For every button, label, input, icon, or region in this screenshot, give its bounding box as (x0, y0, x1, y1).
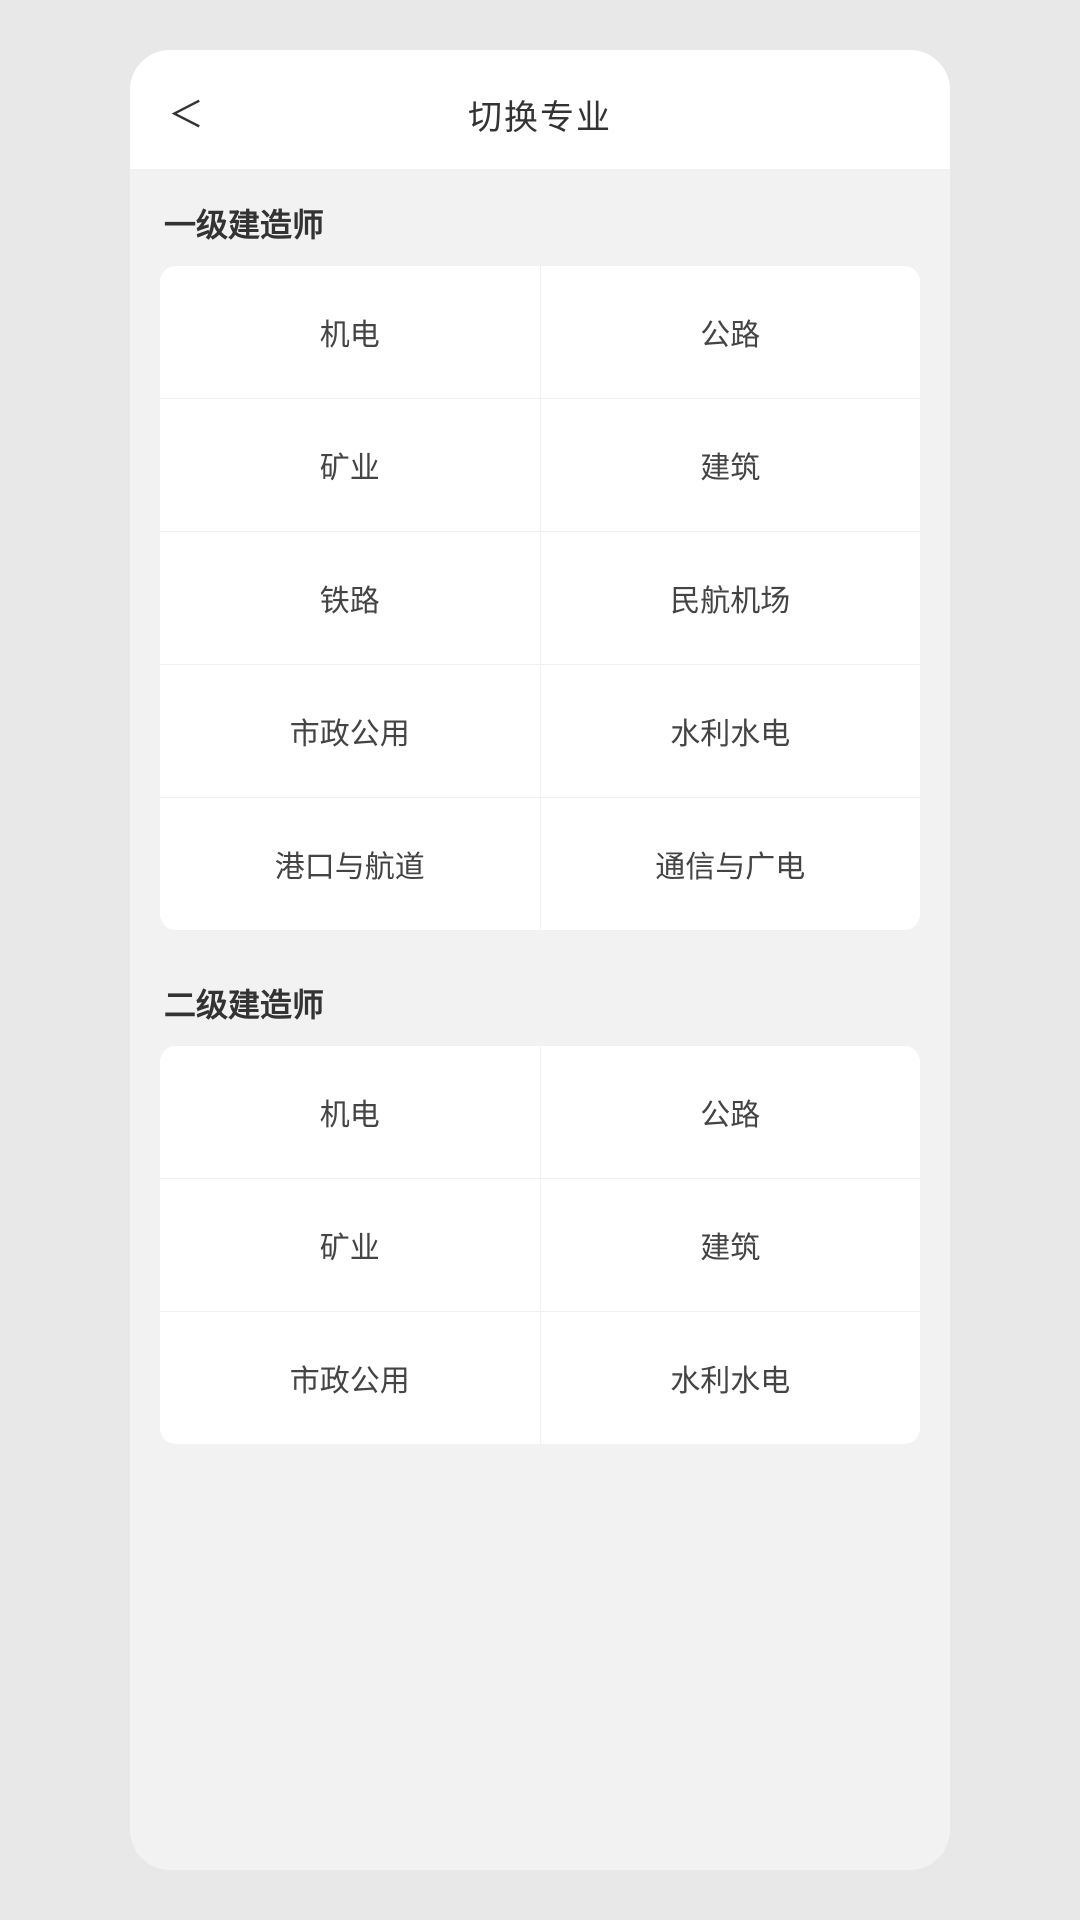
list-item[interactable]: 公路 (541, 266, 921, 398)
section-level1: 一级建造师机电公路矿业建筑铁路民航机场市政公用水利水电港口与航道通信与广电 (160, 200, 920, 930)
list-item[interactable]: 铁路 (160, 532, 541, 664)
page: ＜ 切换专业 一级建造师机电公路矿业建筑铁路民航机场市政公用水利水电港口与航道通… (130, 50, 950, 1564)
section-title-level1: 一级建造师 (160, 200, 920, 246)
table-row: 机电公路 (160, 266, 920, 399)
page-title: 切换专业 (468, 90, 612, 139)
list-item[interactable]: 建筑 (541, 1179, 921, 1311)
table-row: 市政公用水利水电 (160, 665, 920, 798)
table-row: 铁路民航机场 (160, 532, 920, 665)
section-separator (160, 960, 920, 980)
list-item[interactable]: 民航机场 (541, 532, 921, 664)
grid-level2: 机电公路矿业建筑市政公用水利水电 (160, 1046, 920, 1444)
back-button[interactable]: ＜ (160, 89, 212, 141)
grid-level1: 机电公路矿业建筑铁路民航机场市政公用水利水电港口与航道通信与广电 (160, 266, 920, 930)
table-row: 机电公路 (160, 1046, 920, 1179)
list-item[interactable]: 水利水电 (541, 665, 921, 797)
phone-container: ＜ 切换专业 一级建造师机电公路矿业建筑铁路民航机场市政公用水利水电港口与航道通… (130, 50, 950, 1870)
header: ＜ 切换专业 (130, 50, 950, 170)
list-item[interactable]: 通信与广电 (541, 798, 921, 930)
list-item[interactable]: 港口与航道 (160, 798, 541, 930)
list-item[interactable]: 市政公用 (160, 1312, 541, 1444)
list-item[interactable]: 机电 (160, 266, 541, 398)
table-row: 矿业建筑 (160, 399, 920, 532)
list-item[interactable]: 矿业 (160, 399, 541, 531)
list-item[interactable]: 市政公用 (160, 665, 541, 797)
list-item[interactable]: 机电 (160, 1046, 541, 1178)
table-row: 港口与航道通信与广电 (160, 798, 920, 930)
list-item[interactable]: 水利水电 (541, 1312, 921, 1444)
content: 一级建造师机电公路矿业建筑铁路民航机场市政公用水利水电港口与航道通信与广电二级建… (130, 170, 950, 1504)
table-row: 矿业建筑 (160, 1179, 920, 1312)
table-row: 市政公用水利水电 (160, 1312, 920, 1444)
list-item[interactable]: 建筑 (541, 399, 921, 531)
section-level2: 二级建造师机电公路矿业建筑市政公用水利水电 (160, 980, 920, 1444)
list-item[interactable]: 公路 (541, 1046, 921, 1178)
section-title-level2: 二级建造师 (160, 980, 920, 1026)
list-item[interactable]: 矿业 (160, 1179, 541, 1311)
